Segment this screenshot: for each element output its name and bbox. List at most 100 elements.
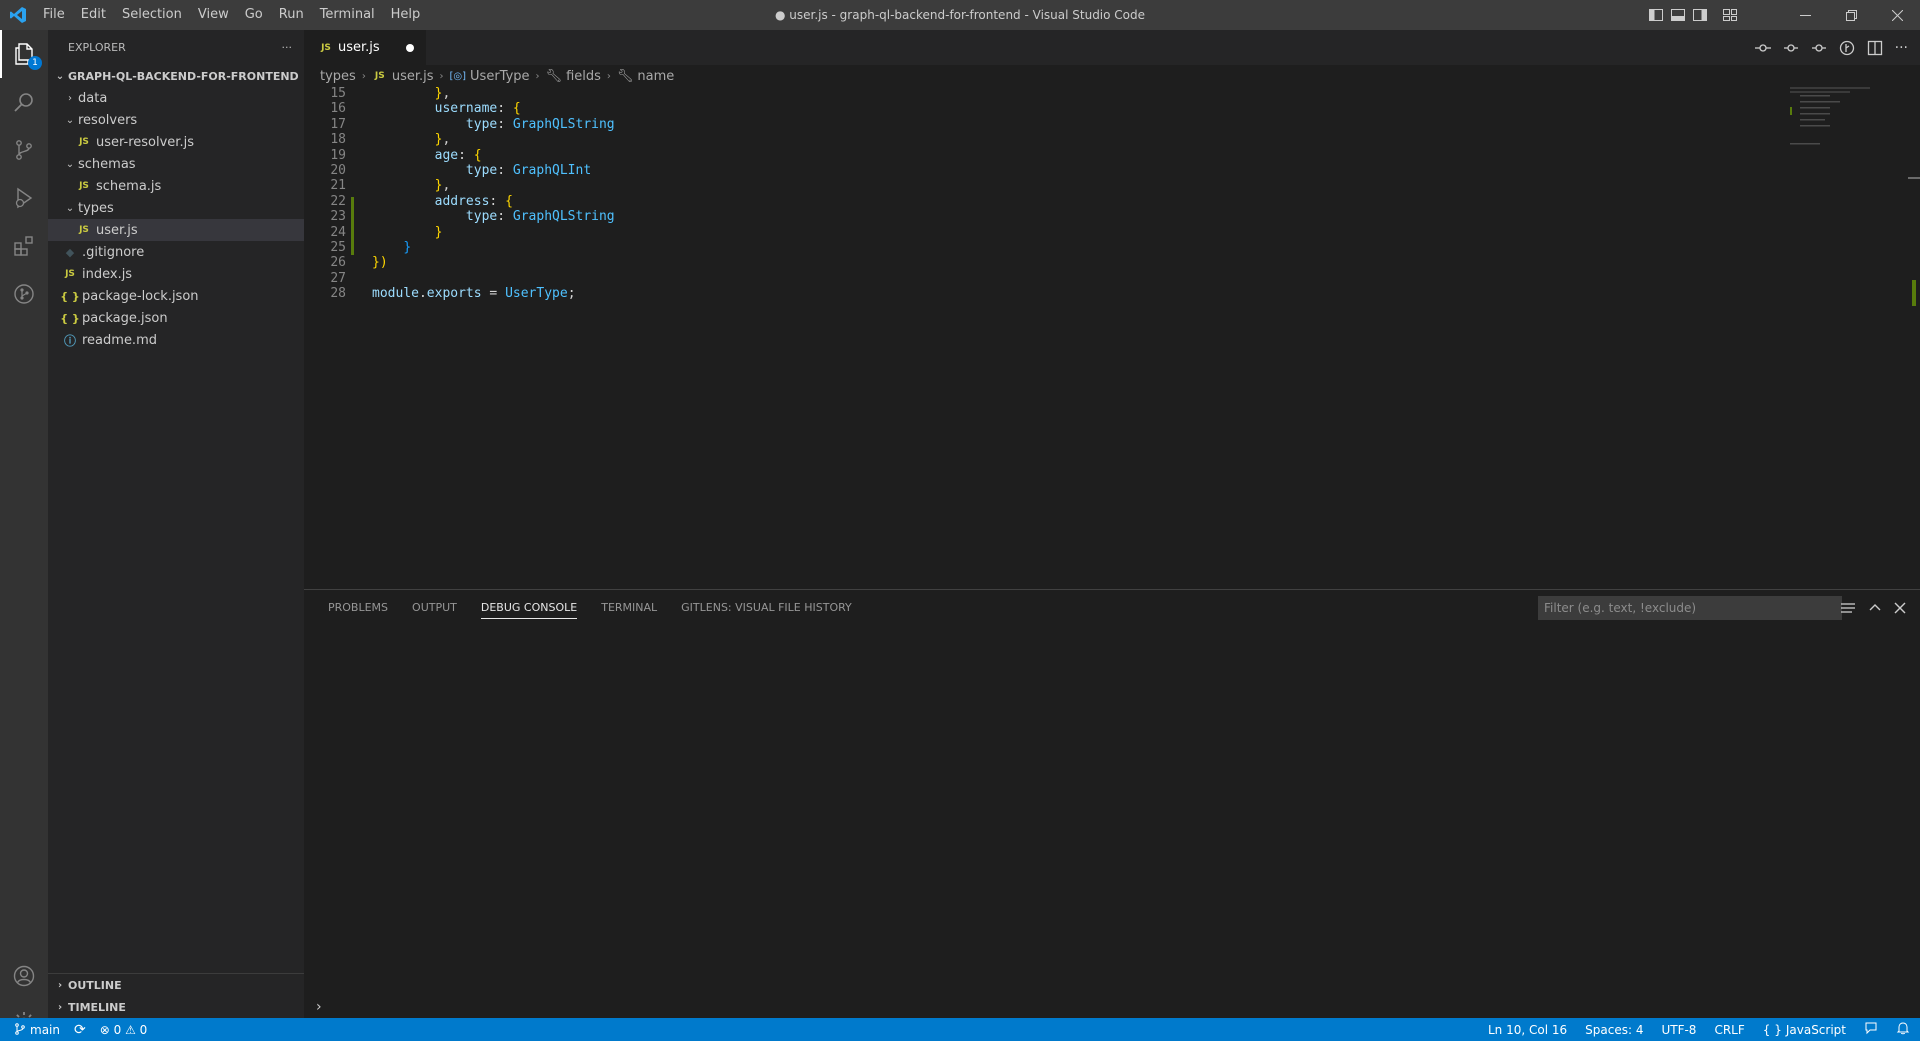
- breadcrumb-field[interactable]: name: [637, 69, 674, 84]
- outline-section[interactable]: › OUTLINE: [48, 974, 304, 996]
- code-editor[interactable]: 15 }, 16 username: {17 type: GraphQLStrin…: [304, 87, 1904, 589]
- sync-icon[interactable]: ⟳: [74, 1022, 86, 1038]
- close-panel-icon[interactable]: [1894, 602, 1906, 614]
- status-right: Ln 10, Col 16 Spaces: 4 UTF-8 CRLF { } Ja…: [1488, 1018, 1910, 1041]
- debug-filter-input[interactable]: [1538, 596, 1842, 620]
- menu-edit[interactable]: Edit: [73, 0, 114, 30]
- clear-console-icon[interactable]: [1840, 600, 1856, 616]
- menu-go[interactable]: Go: [237, 0, 271, 30]
- editor-more-icon[interactable]: ···: [1895, 40, 1908, 56]
- tree-item-user-resolver-js[interactable]: JS user-resolver.js: [48, 131, 304, 153]
- tab-debug-console-label: DEBUG CONSOLE: [480, 601, 578, 619]
- tree-item-package-lock-json[interactable]: { } package-lock.json: [48, 285, 304, 307]
- chevron-right-icon: ›: [57, 979, 63, 991]
- breadcrumb-folder[interactable]: types: [320, 69, 356, 84]
- gitlens-icon[interactable]: [0, 270, 48, 318]
- maximize-panel-icon[interactable]: [1868, 601, 1882, 615]
- tab-output[interactable]: OUTPUT: [400, 590, 469, 625]
- encoding-status[interactable]: UTF-8: [1661, 1023, 1696, 1037]
- menu-view[interactable]: View: [190, 0, 237, 30]
- language-label: JavaScript: [1785, 1022, 1846, 1037]
- tab-problems[interactable]: PROBLEMS: [316, 590, 400, 625]
- menu-selection[interactable]: Selection: [114, 0, 190, 30]
- chevron-down-icon: ⌄: [55, 70, 65, 82]
- minimap[interactable]: [1790, 87, 1904, 589]
- editor-actions: ···: [1754, 30, 1908, 65]
- breadcrumb-symbol[interactable]: UserType: [470, 69, 530, 84]
- menu-file[interactable]: File: [35, 0, 73, 30]
- next-revision-icon[interactable]: [1811, 40, 1827, 56]
- timeline-section[interactable]: › TIMELINE: [48, 996, 304, 1018]
- tab-user-js[interactable]: JS user.js: [304, 30, 426, 65]
- chevron-down-icon: ⌄: [65, 158, 75, 170]
- split-editor-icon[interactable]: [1867, 40, 1883, 56]
- toggle-panel-icon[interactable]: [1670, 7, 1686, 23]
- breadcrumb-property[interactable]: fields: [566, 69, 601, 84]
- tree-item-types[interactable]: ⌄ types: [48, 197, 304, 219]
- tab-gitlens-history[interactable]: GITLENS: VISUAL FILE HISTORY: [669, 590, 864, 625]
- warning-icon: ⚠: [125, 1022, 136, 1037]
- breadcrumb: types › JS user.js › [◎] UserType › 🔧︎ f…: [304, 65, 1920, 87]
- info-file-icon: ⓘ: [63, 333, 76, 348]
- explorer-icon[interactable]: 1: [0, 30, 48, 78]
- git-added-gutter: [351, 197, 354, 255]
- previous-revision-icon[interactable]: [1783, 40, 1799, 56]
- restore-icon[interactable]: [1828, 0, 1874, 30]
- js-file-icon: JS: [374, 71, 385, 81]
- debug-console-prompt[interactable]: ›: [316, 996, 322, 1018]
- more-actions-icon[interactable]: ···: [282, 41, 293, 54]
- vscode-logo-icon: [0, 0, 35, 30]
- accounts-icon[interactable]: [0, 952, 48, 1000]
- menu-terminal[interactable]: Terminal: [312, 0, 383, 30]
- tab-terminal[interactable]: TERMINAL: [589, 590, 669, 625]
- tree-item-data[interactable]: › data: [48, 87, 304, 109]
- feedback-icon[interactable]: [1864, 1021, 1878, 1038]
- tree-item-index-js[interactable]: JS index.js: [48, 263, 304, 285]
- gitlens-blame-icon[interactable]: [1839, 40, 1855, 56]
- breadcrumb-file[interactable]: user.js: [392, 69, 434, 84]
- run-debug-icon[interactable]: [0, 174, 48, 222]
- tab-debug-console[interactable]: DEBUG CONSOLE: [469, 590, 589, 625]
- workspace-root[interactable]: ⌄ GRAPH-QL-BACKEND-FOR-FRONTEND: [48, 65, 304, 87]
- menu-bar: File Edit Selection View Go Run Terminal…: [35, 0, 428, 30]
- wrench-icon: 🔧︎: [616, 68, 634, 84]
- notifications-bell-icon[interactable]: [1896, 1021, 1910, 1038]
- search-icon[interactable]: [0, 78, 48, 126]
- line-number: 28: [330, 286, 346, 302]
- js-file-icon: JS: [79, 181, 89, 191]
- branch-name: main: [30, 1022, 60, 1037]
- branch-status[interactable]: main: [14, 1023, 60, 1037]
- tree-item-schema-js[interactable]: JS schema.js: [48, 175, 304, 197]
- menu-help[interactable]: Help: [383, 0, 429, 30]
- tree-item-readme-md[interactable]: ⓘ readme.md: [48, 329, 304, 351]
- language-status[interactable]: { } JavaScript: [1763, 1023, 1846, 1037]
- tree-item-package-json[interactable]: { } package.json: [48, 307, 304, 329]
- tree-item-schemas[interactable]: ⌄ schemas: [48, 153, 304, 175]
- chevron-down-icon: ⌄: [65, 114, 75, 126]
- unsaved-dot-icon[interactable]: [406, 44, 414, 52]
- js-file-icon: JS: [79, 225, 89, 235]
- json-file-icon: { }: [60, 311, 80, 325]
- source-control-icon[interactable]: [0, 126, 48, 174]
- extensions-icon[interactable]: [0, 222, 48, 270]
- customize-layout-icon[interactable]: [1722, 7, 1738, 23]
- menu-run[interactable]: Run: [271, 0, 312, 30]
- tree-item-resolvers[interactable]: ⌄ resolvers: [48, 109, 304, 131]
- cursor-position[interactable]: Ln 10, Col 16: [1488, 1023, 1567, 1037]
- close-window-icon[interactable]: [1874, 0, 1920, 30]
- chevron-right-icon: ›: [361, 70, 366, 82]
- git-branch-icon: [15, 1022, 25, 1035]
- tree-item-gitignore[interactable]: ◆ .gitignore: [48, 241, 304, 263]
- chevron-right-icon: ›: [535, 70, 540, 82]
- tree-item-user-js[interactable]: JS user.js: [48, 219, 304, 241]
- activity-bar: 1: [0, 30, 48, 1034]
- status-bar: main ⟳ ⊗ 0 ⚠ 0 Ln 10, Col 16 Spaces: 4 U…: [0, 1018, 1920, 1041]
- toggle-secondary-sidebar-icon[interactable]: [1692, 7, 1708, 23]
- problems-status[interactable]: ⊗ 0 ⚠ 0: [100, 1023, 148, 1037]
- indentation-status[interactable]: Spaces: 4: [1585, 1023, 1643, 1037]
- eol-status[interactable]: CRLF: [1714, 1023, 1744, 1037]
- minimize-icon[interactable]: [1782, 0, 1828, 30]
- toggle-primary-sidebar-icon[interactable]: [1648, 7, 1664, 23]
- editor-scrollbar[interactable]: [1906, 87, 1920, 589]
- open-changes-icon[interactable]: [1754, 40, 1771, 56]
